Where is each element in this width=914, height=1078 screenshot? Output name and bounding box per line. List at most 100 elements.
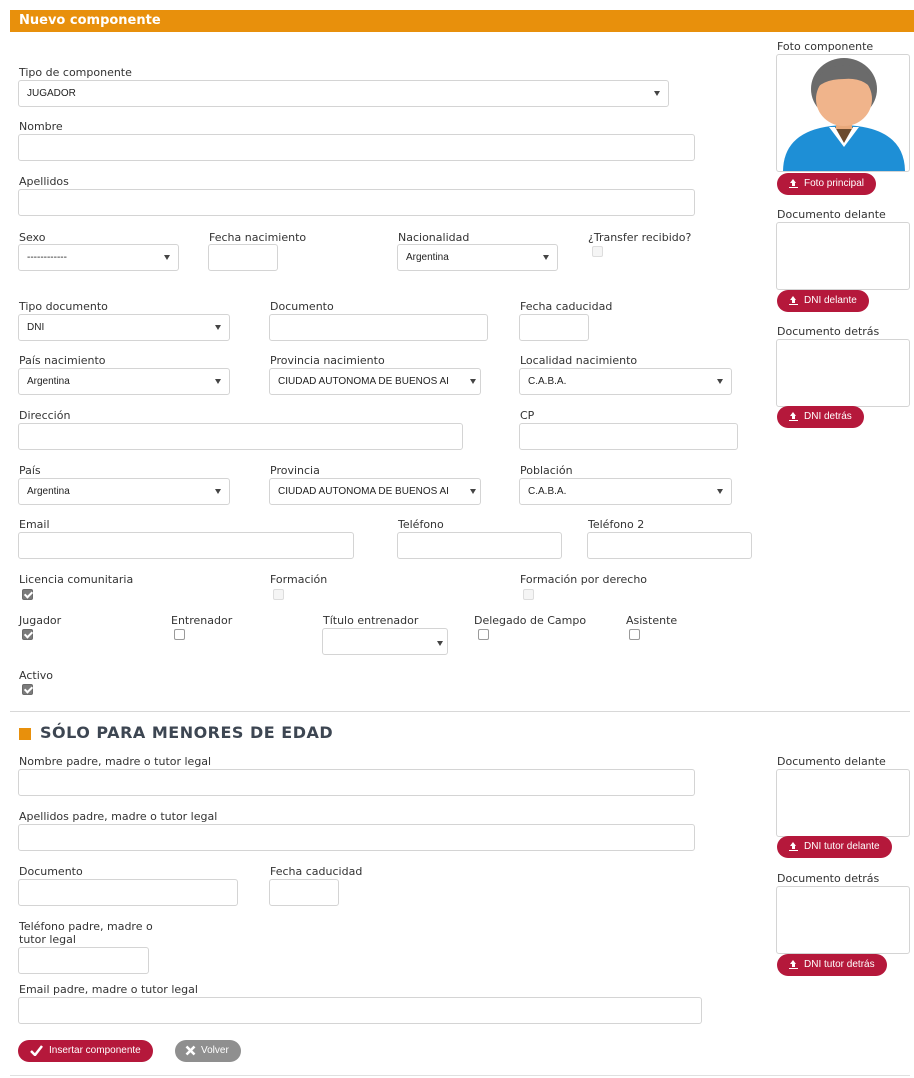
foto-componente-frame [776, 54, 910, 172]
dni-tutor-delante-button[interactable]: DNI tutor delante [777, 836, 892, 858]
telefono2-label: Teléfono 2 [588, 518, 645, 531]
fecha-nacimiento-input[interactable] [208, 244, 278, 271]
entrenador-label: Entrenador [171, 614, 233, 627]
licencia-label: Licencia comunitaria [19, 573, 134, 586]
documento-tutor-label: Documento [19, 865, 83, 878]
transfer-checkbox[interactable] [592, 246, 603, 257]
dni-detras-button[interactable]: DNI detrás [777, 406, 864, 428]
tutor-documento-delante-label: Documento delante [777, 755, 886, 768]
pais-nacimiento-label: País nacimiento [19, 354, 106, 367]
dni-delante-button[interactable]: DNI delante [777, 290, 869, 312]
pais-label: País [19, 464, 41, 477]
jugador-label: Jugador [19, 614, 62, 627]
delegado-label: Delegado de Campo [474, 614, 587, 627]
fecha-caducidad-input[interactable] [519, 314, 589, 341]
bottom-border [10, 1075, 910, 1076]
provincia-nacimiento-select[interactable]: CIUDAD AUTONOMA DE BUENOS AI [269, 368, 481, 395]
nombre-tutor-label: Nombre padre, madre o tutor legal [19, 755, 212, 768]
close-icon [185, 1045, 196, 1056]
cp-label: CP [520, 409, 535, 422]
titulo-entrenador-select[interactable] [322, 628, 448, 655]
provincia-value: CIUDAD AUTONOMA DE BUENOS AI [278, 486, 449, 497]
nombre-tutor-input[interactable] [18, 769, 695, 796]
nombre-input[interactable] [18, 134, 695, 161]
apellidos-input[interactable] [18, 189, 695, 216]
titulo-entrenador-label: Título entrenador [323, 614, 419, 627]
activo-checkbox[interactable] [22, 684, 33, 695]
documento-label: Documento [270, 300, 334, 313]
cp-input[interactable] [519, 423, 738, 450]
entrenador-checkbox[interactable] [174, 629, 185, 640]
telefono-tutor-label-line2: tutor legal [19, 933, 76, 946]
pais-value: Argentina [27, 486, 70, 497]
volver-button-label: Volver [201, 1045, 229, 1056]
formacion-derecho-checkbox[interactable] [523, 589, 534, 600]
provincia-select[interactable]: CIUDAD AUTONOMA DE BUENOS AI [269, 478, 481, 505]
transfer-label: ¿Transfer recibido? [588, 231, 692, 244]
documento-delante-label: Documento delante [777, 208, 886, 221]
localidad-nacimiento-select[interactable]: C.A.B.A. [519, 368, 732, 395]
direccion-input[interactable] [18, 423, 463, 450]
tutor-documento-detras-frame [776, 886, 910, 954]
dni-tutor-delante-button-label: DNI tutor delante [804, 841, 880, 852]
insertar-componente-button[interactable]: Insertar componente [18, 1040, 153, 1062]
licencia-checkbox[interactable] [22, 589, 33, 600]
delegado-checkbox[interactable] [478, 629, 489, 640]
foto-componente-label: Foto componente [777, 40, 874, 53]
jugador-checkbox[interactable] [22, 629, 33, 640]
dni-detras-button-label: DNI detrás [804, 411, 852, 422]
section-divider [10, 711, 910, 712]
poblacion-select[interactable]: C.A.B.A. [519, 478, 732, 505]
dni-tutor-detras-button[interactable]: DNI tutor detrás [777, 954, 887, 976]
fecha-caducidad-tutor-label: Fecha caducidad [270, 865, 363, 878]
documento-detras-label: Documento detrás [777, 325, 880, 338]
localidad-nacimiento-value: C.A.B.A. [528, 376, 567, 387]
volver-button[interactable]: Volver [175, 1040, 241, 1062]
tutor-documento-delante-frame [776, 769, 910, 837]
formacion-checkbox[interactable] [273, 589, 284, 600]
telefono-tutor-input[interactable] [18, 947, 149, 974]
upload-icon [789, 179, 798, 188]
nacionalidad-select[interactable]: Argentina [397, 244, 558, 271]
documento-tutor-input[interactable] [18, 879, 238, 906]
apellidos-tutor-input[interactable] [18, 824, 695, 851]
nacionalidad-value: Argentina [406, 252, 449, 263]
provincia-label: Provincia [270, 464, 320, 477]
tipo-documento-select[interactable]: DNI [18, 314, 230, 341]
documento-input[interactable] [269, 314, 488, 341]
provincia-nacimiento-value: CIUDAD AUTONOMA DE BUENOS AI [278, 376, 449, 387]
dni-tutor-detras-button-label: DNI tutor detrás [804, 959, 875, 970]
activo-label: Activo [19, 669, 53, 682]
email-input[interactable] [18, 532, 354, 559]
apellidos-tutor-label: Apellidos padre, madre o tutor legal [19, 810, 218, 823]
poblacion-value: C.A.B.A. [528, 486, 567, 497]
documento-delante-frame [776, 222, 910, 290]
email-tutor-input[interactable] [18, 997, 702, 1024]
section-marker-icon [19, 728, 31, 740]
pais-nacimiento-select[interactable]: Argentina [18, 368, 230, 395]
fecha-caducidad-tutor-input[interactable] [269, 879, 339, 906]
avatar-placeholder-icon [783, 58, 905, 171]
check-icon [30, 1045, 43, 1056]
telefono-label: Teléfono [398, 518, 444, 531]
sexo-select[interactable]: ------------ [18, 244, 179, 271]
telefono2-input[interactable] [587, 532, 752, 559]
email-label: Email [19, 518, 50, 531]
localidad-nacimiento-label: Localidad nacimiento [520, 354, 638, 367]
tipo-componente-value: JUGADOR [27, 88, 76, 99]
insertar-componente-button-label: Insertar componente [49, 1045, 141, 1056]
email-tutor-label: Email padre, madre o tutor legal [19, 983, 198, 996]
telefono-tutor-label-line1: Teléfono padre, madre o [19, 920, 153, 933]
minors-section-title: SÓLO PARA MENORES DE EDAD [40, 723, 334, 742]
asistente-checkbox[interactable] [629, 629, 640, 640]
nombre-label: Nombre [19, 120, 63, 133]
dni-delante-button-label: DNI delante [804, 295, 857, 306]
telefono-input[interactable] [397, 532, 562, 559]
foto-principal-button[interactable]: Foto principal [777, 173, 877, 195]
pais-select[interactable]: Argentina [18, 478, 230, 505]
fecha-caducidad-label: Fecha caducidad [520, 300, 613, 313]
pais-nacimiento-value: Argentina [27, 376, 70, 387]
tipo-documento-label: Tipo documento [19, 300, 108, 313]
tipo-componente-select[interactable]: JUGADOR [18, 80, 669, 107]
apellidos-label: Apellidos [19, 175, 69, 188]
